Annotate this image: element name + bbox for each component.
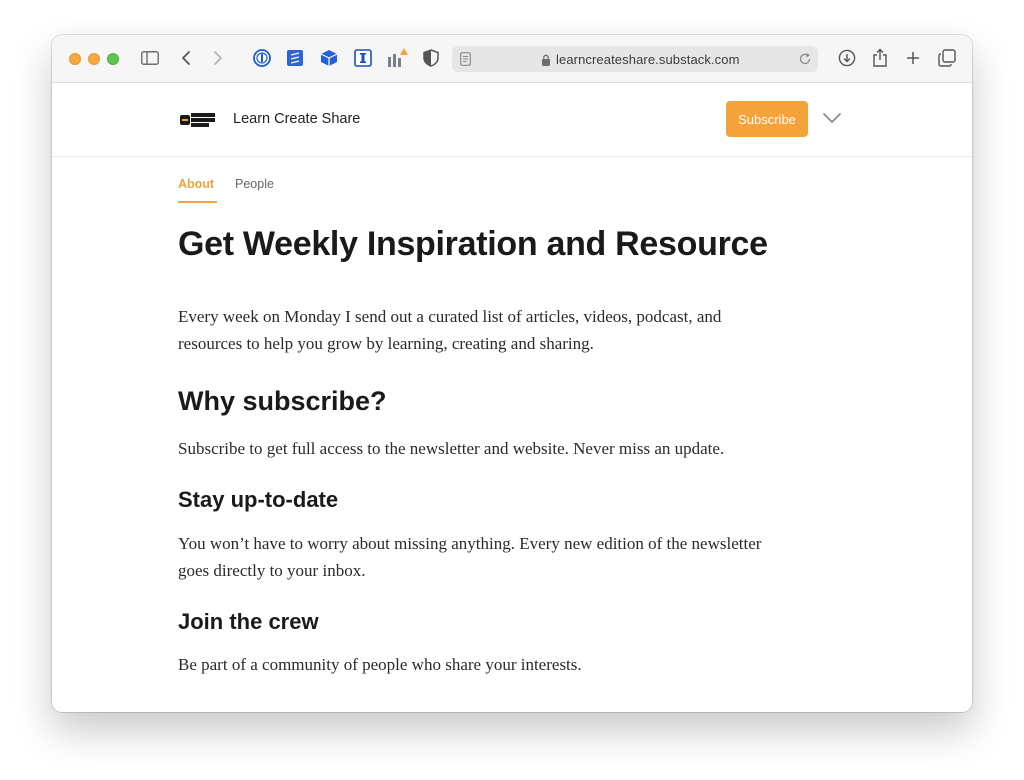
site-header: Learn Create Share Subscribe	[52, 83, 972, 157]
forward-icon[interactable]	[207, 47, 229, 69]
intro-line-2: resources to help you grow by learning, …	[178, 334, 594, 353]
url-text: learncreateshare.substack.com	[556, 52, 740, 67]
browser-toolbar: learncreateshare.substack.com	[52, 35, 972, 83]
tab-about[interactable]: About	[178, 177, 214, 191]
window-minimize-button[interactable]	[88, 53, 100, 65]
reader-icon[interactable]	[460, 52, 471, 71]
window-close-button[interactable]	[69, 53, 81, 65]
instapaper-icon[interactable]	[352, 47, 374, 69]
new-tab-icon[interactable]	[902, 47, 924, 69]
why-subscribe-text: Subscribe to get full access to the news…	[178, 439, 725, 458]
stay-up-to-date-paragraph: You won’t have to worry about missing an…	[178, 530, 858, 584]
address-bar[interactable]: learncreateshare.substack.com	[452, 46, 818, 72]
sidebar-icon[interactable]	[139, 47, 161, 69]
stay-line-2: goes directly to your inbox.	[178, 561, 366, 580]
reload-icon[interactable]	[798, 52, 812, 71]
stay-line-1: You won’t have to worry about missing an…	[178, 534, 762, 553]
subscribe-button[interactable]: Subscribe	[726, 101, 808, 137]
back-icon[interactable]	[175, 47, 197, 69]
window-maximize-button[interactable]	[107, 53, 119, 65]
shield-icon[interactable]	[420, 47, 442, 69]
lock-icon	[541, 53, 551, 71]
intro-line-1: Every week on Monday I send out a curate…	[178, 307, 722, 326]
active-tab-indicator	[178, 201, 217, 203]
download-icon[interactable]	[836, 47, 858, 69]
page-title: Get Weekly Inspiration and Resource	[178, 225, 768, 263]
box-extension-icon[interactable]	[318, 47, 340, 69]
stats-extension-icon[interactable]	[386, 47, 408, 69]
tabs-overview-icon[interactable]	[936, 47, 958, 69]
why-subscribe-heading: Why subscribe?	[178, 386, 387, 416]
join-the-crew-heading: Join the crew	[178, 609, 319, 634]
share-icon[interactable]	[869, 47, 891, 69]
chevron-down-icon[interactable]	[822, 111, 842, 129]
password-manager-icon[interactable]	[251, 47, 273, 69]
site-logo[interactable]	[180, 111, 216, 129]
browser-window: learncreateshare.substack.com Learn Crea…	[52, 35, 972, 712]
tab-people[interactable]: People	[235, 177, 274, 191]
intro-paragraph: Every week on Monday I send out a curate…	[178, 303, 858, 357]
stay-up-to-date-heading: Stay up-to-date	[178, 487, 339, 512]
notes-extension-icon[interactable]	[284, 47, 306, 69]
site-name[interactable]: Learn Create Share	[233, 111, 360, 127]
join-the-crew-text: Be part of a community of people who sha…	[178, 655, 582, 674]
